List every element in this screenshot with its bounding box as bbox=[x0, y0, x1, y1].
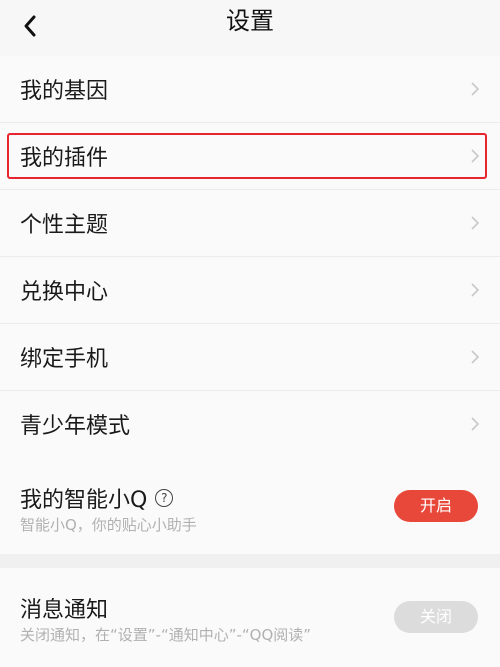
smart-q-subtitle: 智能小Q，你的贴心小助手 bbox=[20, 516, 197, 534]
chevron-right-icon bbox=[471, 283, 480, 297]
notifications-row: 消息通知 关闭通知，在“设置”-“通知中心”-“QQ阅读” 关闭 bbox=[0, 568, 500, 667]
menu-item-themes[interactable]: 个性主题 bbox=[0, 190, 500, 257]
notifications-toggle-button[interactable]: 关闭 bbox=[394, 601, 478, 633]
help-icon[interactable]: ? bbox=[155, 489, 174, 507]
chevron-right-icon bbox=[471, 350, 480, 364]
chevron-right-icon bbox=[471, 417, 480, 431]
menu-item-bind-phone[interactable]: 绑定手机 bbox=[0, 324, 500, 391]
menu-item-my-plugins[interactable]: 我的插件 bbox=[0, 123, 500, 190]
chevron-right-icon bbox=[471, 82, 480, 96]
menu-item-label: 我的基因 bbox=[20, 79, 109, 104]
menu-item-label: 兑换中心 bbox=[20, 280, 109, 305]
section-divider bbox=[0, 554, 500, 568]
chevron-right-icon bbox=[471, 149, 480, 163]
menu-item-label: 我的插件 bbox=[20, 146, 109, 171]
menu-item-label: 青少年模式 bbox=[20, 414, 131, 439]
menu-item-my-genes[interactable]: 我的基因 bbox=[0, 56, 500, 123]
notifications-label: 消息通知 bbox=[20, 598, 109, 623]
settings-list: 我的基因 我的插件 个性主题 兑换中心 绑定手机 青少年模式 bbox=[0, 56, 500, 458]
menu-item-label: 绑定手机 bbox=[20, 347, 109, 372]
chevron-right-icon bbox=[471, 216, 480, 230]
menu-item-label: 个性主题 bbox=[20, 213, 109, 238]
menu-item-redeem-center[interactable]: 兑换中心 bbox=[0, 257, 500, 324]
notifications-subtitle: 关闭通知，在“设置”-“通知中心”-“QQ阅读” bbox=[20, 626, 312, 644]
smart-q-label: 我的智能小Q bbox=[20, 488, 148, 513]
page-title: 设置 bbox=[226, 7, 274, 35]
enable-smart-q-button[interactable]: 开启 bbox=[394, 490, 478, 522]
top-bar: 设置 bbox=[0, 0, 500, 56]
smart-q-row: 我的智能小Q ? 智能小Q，你的贴心小助手 开启 bbox=[0, 456, 500, 554]
menu-item-teen-mode[interactable]: 青少年模式 bbox=[0, 391, 500, 458]
smart-q-label-group: 我的智能小Q ? bbox=[20, 482, 174, 514]
